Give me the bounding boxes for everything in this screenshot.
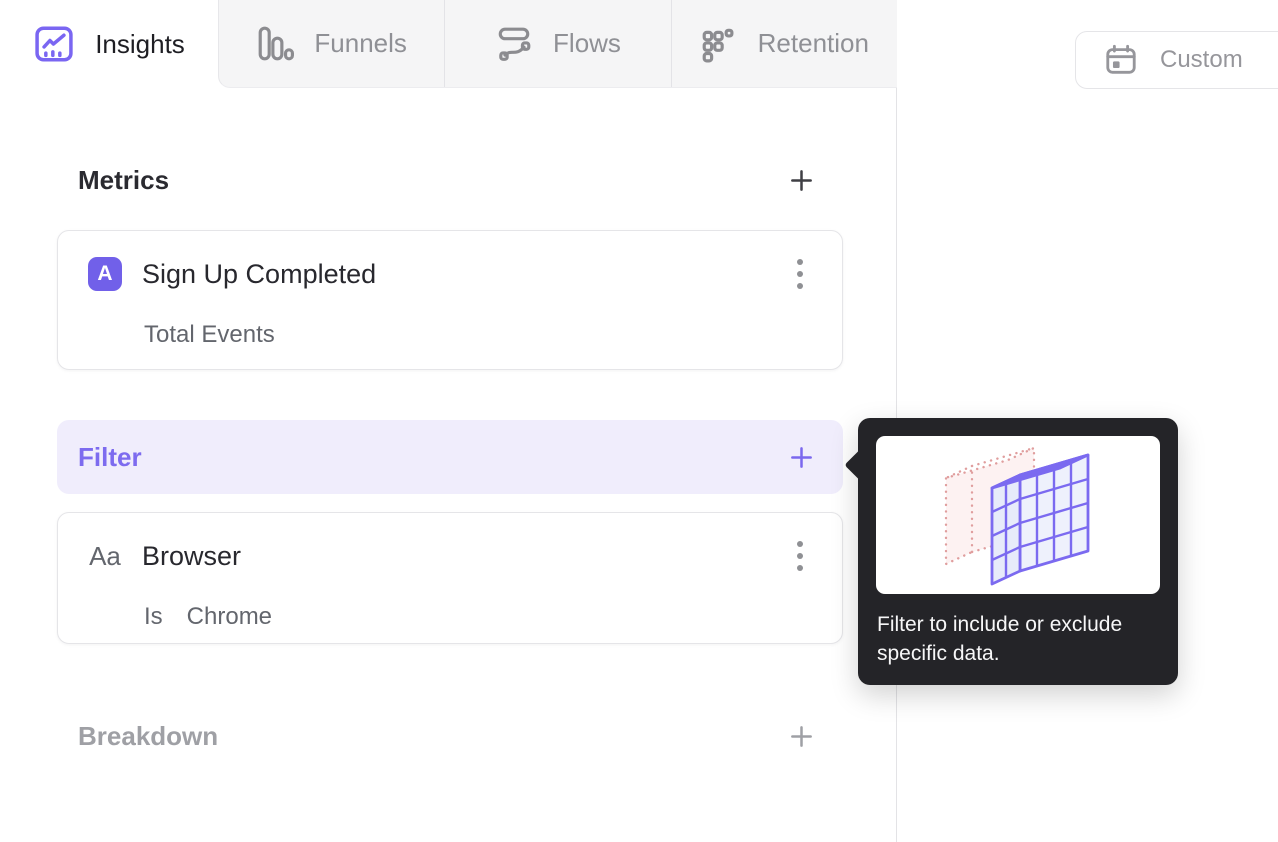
- report-type-tabbar: Insights Funnels Flows Retention: [0, 0, 897, 88]
- filter-property-name: Browser: [142, 540, 242, 571]
- filter-card[interactable]: Aa Browser Is Chrome: [57, 512, 843, 644]
- tab-flows[interactable]: Flows: [444, 0, 670, 87]
- filter-help-tooltip: Filter to include or exclude specific da…: [844, 418, 1178, 685]
- funnels-bars-icon: [256, 25, 295, 63]
- metrics-title: Metrics: [78, 164, 170, 195]
- flows-stream-icon: [495, 25, 533, 63]
- retention-dots-icon: [700, 25, 738, 63]
- tab-insights[interactable]: Insights: [0, 0, 218, 88]
- tab-funnels[interactable]: Funnels: [219, 0, 444, 87]
- kebab-icon: [795, 257, 805, 291]
- plus-icon: [788, 444, 815, 471]
- date-range-button[interactable]: Custom: [1075, 31, 1278, 89]
- filter-value[interactable]: Chrome: [187, 603, 272, 631]
- tab-retention-label: Retention: [757, 28, 869, 58]
- add-breakdown-button[interactable]: [783, 718, 819, 754]
- insights-report-page: Insights Funnels Flows Retention Metrics…: [0, 0, 1278, 842]
- filter-card-title-row: Aa Browser: [58, 513, 842, 574]
- calendar-icon: [1104, 43, 1138, 77]
- filter-card-menu-button[interactable]: [782, 538, 818, 574]
- filter-operator[interactable]: Is: [144, 603, 163, 631]
- tab-funnels-label: Funnels: [314, 28, 407, 58]
- filter-section-header: Filter: [57, 420, 843, 494]
- insights-chart-icon: [33, 23, 75, 65]
- metrics-section-header: Metrics: [57, 160, 843, 200]
- builder-stack: Metrics A Sign Up Completed Total Events…: [57, 160, 843, 756]
- tooltip-caption: Filter to include or exclude specific da…: [877, 613, 1123, 665]
- metric-card-menu-button[interactable]: [782, 256, 818, 292]
- add-metric-button[interactable]: [783, 162, 819, 198]
- query-builder-panel: Insights Funnels Flows Retention Metrics…: [0, 0, 897, 842]
- kebab-icon: [795, 539, 805, 573]
- breakdown-section-header: Breakdown: [57, 716, 843, 756]
- metric-card[interactable]: A Sign Up Completed Total Events: [57, 230, 843, 370]
- series-badge: A: [88, 257, 122, 291]
- metric-card-title-row: A Sign Up Completed: [58, 231, 842, 292]
- string-property-type-icon: Aa: [89, 540, 121, 571]
- metric-event-name: Sign Up Completed: [142, 258, 377, 289]
- metric-aggregation-row: Total Events: [144, 321, 842, 349]
- filter-condition-row: Is Chrome: [144, 603, 842, 631]
- filter-title: Filter: [78, 441, 142, 472]
- tab-insights-label: Insights: [95, 28, 185, 59]
- plus-icon: [788, 723, 815, 750]
- metric-aggregation[interactable]: Total Events: [144, 321, 275, 349]
- plus-icon: [788, 167, 815, 194]
- tab-flows-label: Flows: [553, 28, 621, 58]
- breakdown-title: Breakdown: [78, 720, 219, 751]
- tab-retention[interactable]: Retention: [670, 0, 897, 87]
- filter-cube-illustration: [876, 436, 1160, 594]
- inactive-tabs-group: Funnels Flows Retention: [218, 0, 897, 88]
- date-range-label: Custom: [1160, 46, 1243, 73]
- add-filter-button[interactable]: [783, 439, 819, 475]
